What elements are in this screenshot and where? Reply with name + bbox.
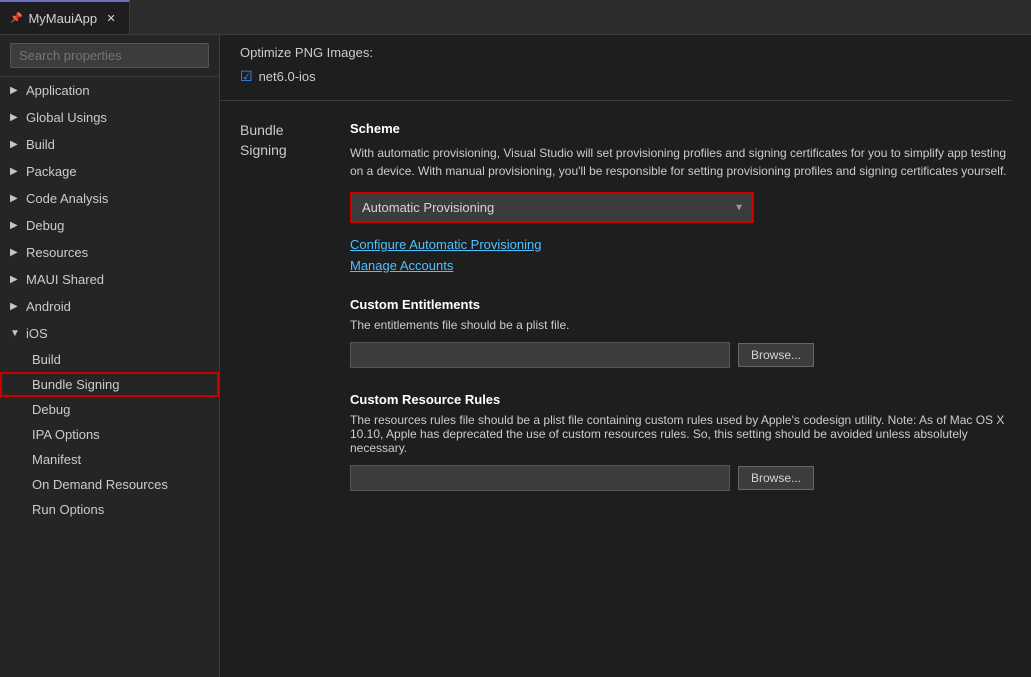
chevron-right-icon: ▶ bbox=[10, 193, 26, 204]
manifest-label: Manifest bbox=[32, 452, 81, 467]
manage-accounts-link[interactable]: Manage Accounts bbox=[350, 258, 1011, 273]
sidebar-label-maui-shared: MAUI Shared bbox=[26, 272, 104, 287]
tab-mymauiapp[interactable]: 📌 MyMauiApp ✕ bbox=[0, 0, 130, 34]
tab-title: MyMauiApp bbox=[28, 11, 97, 26]
sidebar-label-code-analysis: Code Analysis bbox=[26, 191, 108, 206]
chevron-right-icon: ▶ bbox=[10, 301, 26, 312]
dropdown-container: Automatic Provisioning Manual Provisioni… bbox=[352, 194, 752, 221]
custom-resource-rules-title: Custom Resource Rules bbox=[350, 392, 1011, 407]
chevron-right-icon: ▶ bbox=[10, 85, 26, 96]
sidebar-subitem-ipa-options[interactable]: IPA Options bbox=[0, 422, 219, 447]
chevron-right-icon: ▶ bbox=[10, 112, 26, 123]
custom-entitlements-section: Custom Entitlements The entitlements fil… bbox=[350, 297, 1011, 368]
sidebar-label-build: Build bbox=[26, 137, 55, 152]
scheme-title: Scheme bbox=[350, 121, 1011, 136]
entitlements-file-input[interactable] bbox=[350, 342, 730, 368]
sidebar-label-global-usings: Global Usings bbox=[26, 110, 107, 125]
custom-resource-rules-section: Custom Resource Rules The resources rule… bbox=[350, 392, 1011, 491]
sidebar-label-application: Application bbox=[26, 83, 90, 98]
optimize-label: Optimize PNG Images: bbox=[240, 45, 1011, 60]
sidebar-item-build[interactable]: ▶ Build bbox=[0, 131, 219, 158]
sidebar-item-application[interactable]: ▶ Application bbox=[0, 77, 219, 104]
entitlements-browse-button[interactable]: Browse... bbox=[738, 343, 814, 367]
custom-entitlements-title: Custom Entitlements bbox=[350, 297, 1011, 312]
on-demand-resources-label: On Demand Resources bbox=[32, 477, 168, 492]
checkbox-row: ☑ net6.0-ios bbox=[240, 68, 1011, 85]
sidebar-subitem-ios-build[interactable]: Build bbox=[0, 347, 219, 372]
entitlements-file-row: Browse... bbox=[350, 342, 1011, 368]
sidebar-label-debug: Debug bbox=[26, 218, 64, 233]
chevron-right-icon: ▶ bbox=[10, 220, 26, 231]
provisioning-dropdown-wrapper: Automatic Provisioning Manual Provisioni… bbox=[350, 192, 754, 223]
chevron-right-icon: ▶ bbox=[10, 139, 26, 150]
search-bar bbox=[0, 35, 219, 77]
sidebar-subitem-on-demand-resources[interactable]: On Demand Resources bbox=[0, 472, 219, 497]
bundle-signing-section-label: BundleSigning bbox=[220, 121, 350, 491]
sidebar-item-package[interactable]: ▶ Package bbox=[0, 158, 219, 185]
sidebar-item-ios[interactable]: ▼ iOS bbox=[0, 320, 219, 347]
ios-subitems: Build Bundle Signing Debug IPA Options M… bbox=[0, 347, 219, 522]
chevron-right-icon: ▶ bbox=[10, 247, 26, 258]
configure-auto-link[interactable]: Configure Automatic Provisioning bbox=[350, 237, 1011, 252]
content-panel: Optimize PNG Images: ☑ net6.0-ios Bundle… bbox=[220, 35, 1031, 677]
bundle-signing-section: BundleSigning Scheme With automatic prov… bbox=[220, 101, 1011, 491]
sidebar-item-maui-shared[interactable]: ▶ MAUI Shared bbox=[0, 266, 219, 293]
sidebar-item-global-usings[interactable]: ▶ Global Usings bbox=[0, 104, 219, 131]
resource-rules-file-input[interactable] bbox=[350, 465, 730, 491]
sidebar-subitem-bundle-signing[interactable]: Bundle Signing bbox=[0, 372, 219, 397]
custom-entitlements-desc: The entitlements file should be a plist … bbox=[350, 318, 1011, 332]
ios-debug-label: Debug bbox=[32, 402, 70, 417]
sidebar-item-debug[interactable]: ▶ Debug bbox=[0, 212, 219, 239]
chevron-right-icon: ▶ bbox=[10, 274, 26, 285]
resource-rules-browse-button[interactable]: Browse... bbox=[738, 466, 814, 490]
sidebar-item-android[interactable]: ▶ Android bbox=[0, 293, 219, 320]
sidebar-subitem-ios-debug[interactable]: Debug bbox=[0, 397, 219, 422]
sidebar-label-resources: Resources bbox=[26, 245, 88, 260]
tab-bar: 📌 MyMauiApp ✕ bbox=[0, 0, 1031, 35]
sidebar-subitem-manifest[interactable]: Manifest bbox=[0, 447, 219, 472]
provisioning-dropdown[interactable]: Automatic Provisioning Manual Provisioni… bbox=[352, 194, 752, 221]
ipa-options-label: IPA Options bbox=[32, 427, 100, 442]
checkbox-label: net6.0-ios bbox=[259, 69, 316, 84]
sidebar-label-ios: iOS bbox=[26, 326, 48, 341]
chevron-down-icon: ▼ bbox=[10, 328, 26, 339]
bundle-signing-label: Bundle Signing bbox=[32, 377, 119, 392]
sidebar-item-code-analysis[interactable]: ▶ Code Analysis bbox=[0, 185, 219, 212]
top-section: Optimize PNG Images: ☑ net6.0-ios bbox=[220, 35, 1011, 101]
tab-close-button[interactable]: ✕ bbox=[103, 10, 119, 26]
sidebar-section-ios: ▼ iOS Build Bundle Signing Debug IPA Opt… bbox=[0, 320, 219, 522]
custom-resource-rules-desc: The resources rules file should be a pli… bbox=[350, 413, 1011, 455]
main-content: ▶ Application ▶ Global Usings ▶ Build ▶ … bbox=[0, 35, 1031, 677]
content-area: Optimize PNG Images: ☑ net6.0-ios Bundle… bbox=[220, 35, 1031, 677]
sidebar-subitem-run-options[interactable]: Run Options bbox=[0, 497, 219, 522]
chevron-right-icon: ▶ bbox=[10, 166, 26, 177]
ios-build-label: Build bbox=[32, 352, 61, 367]
sidebar-label-package: Package bbox=[26, 164, 77, 179]
sidebar-item-resources[interactable]: ▶ Resources bbox=[0, 239, 219, 266]
run-options-label: Run Options bbox=[32, 502, 104, 517]
bundle-signing-content: Scheme With automatic provisioning, Visu… bbox=[350, 121, 1011, 491]
pin-icon: 📌 bbox=[10, 13, 22, 24]
checkbox-checked-icon[interactable]: ☑ bbox=[240, 68, 253, 85]
search-input[interactable] bbox=[10, 43, 209, 68]
scheme-description: With automatic provisioning, Visual Stud… bbox=[350, 144, 1011, 180]
sidebar-label-android: Android bbox=[26, 299, 71, 314]
sidebar: ▶ Application ▶ Global Usings ▶ Build ▶ … bbox=[0, 35, 220, 677]
resource-rules-file-row: Browse... bbox=[350, 465, 1011, 491]
